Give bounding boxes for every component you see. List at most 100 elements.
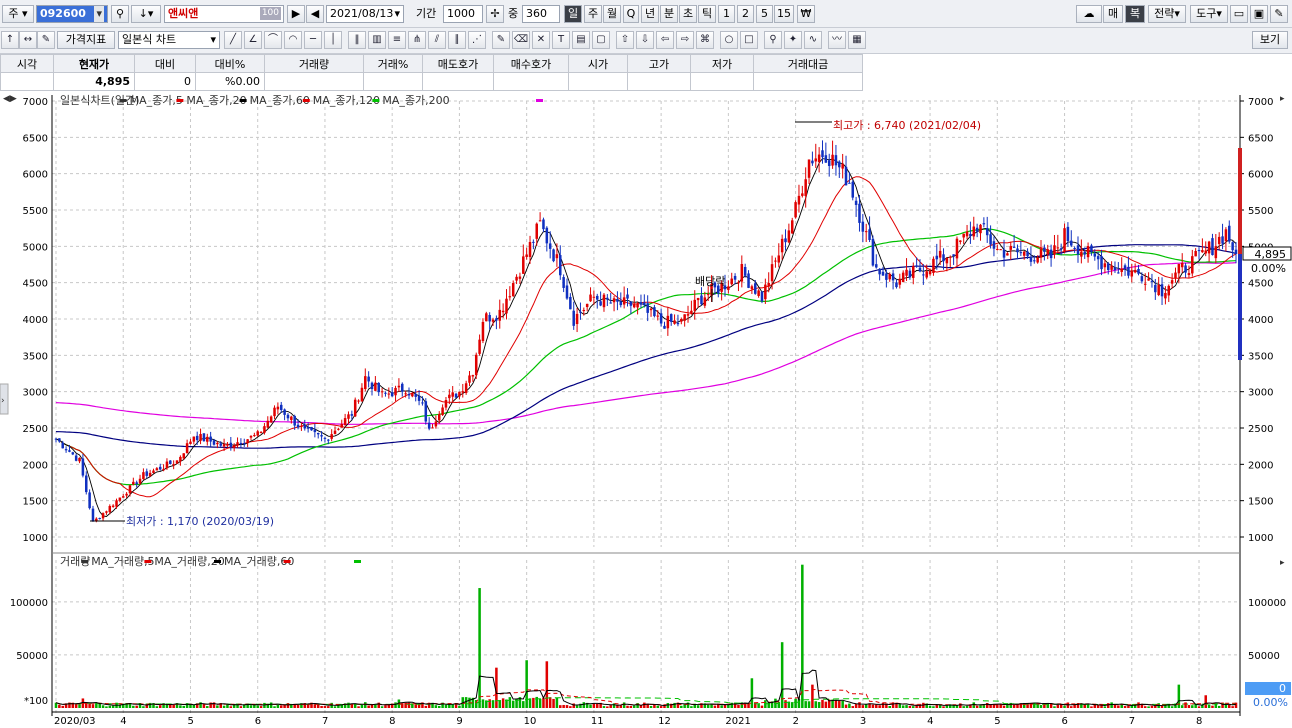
fan-tool-icon[interactable]: ⌒	[264, 31, 282, 49]
candle-body	[441, 407, 444, 415]
arrow-down-icon[interactable]: ⇩	[636, 31, 654, 49]
next-stock-icon[interactable]: ▶	[287, 5, 305, 23]
pitchfork-icon[interactable]: ⫽	[428, 31, 446, 49]
eraser-icon[interactable]: ⌫	[512, 31, 530, 49]
channel-icon[interactable]: ⋰	[468, 31, 486, 49]
interval-button[interactable]: 15	[774, 5, 794, 23]
angle-tool-icon[interactable]: ∠	[244, 31, 262, 49]
view-button[interactable]: 보기	[1252, 31, 1288, 49]
circle-icon[interactable]: ○	[720, 31, 738, 49]
scroll-arrows-icon[interactable]: ◀▶	[3, 94, 17, 104]
arrow-right-icon[interactable]: ⇨	[676, 31, 694, 49]
box-icon[interactable]: ▢	[592, 31, 610, 49]
save-icon[interactable]: ▣	[1250, 5, 1268, 23]
interval-button[interactable]: 일	[564, 5, 582, 23]
volume-bar	[851, 706, 855, 708]
cloud-icon[interactable]: ☁	[1076, 5, 1102, 23]
settings-wrench-icon[interactable]: ✎	[1270, 5, 1288, 23]
interval-button[interactable]: 월	[603, 5, 621, 23]
candle-body	[572, 310, 575, 326]
stock-chart[interactable]: 1000 1000 1500 1500 2000 2000 2500 2500 3000 3000…	[0, 92, 1292, 728]
text-icon[interactable]: T	[552, 31, 570, 49]
date-dropdown-icon[interactable]: ▾	[394, 6, 400, 22]
horizontal-line-icon[interactable]: ─	[304, 31, 322, 49]
interval-button[interactable]: Q	[623, 5, 639, 23]
tag-icon[interactable]: ⌘	[696, 31, 714, 49]
gann-icon[interactable]: ⋔	[408, 31, 426, 49]
stock-name-field[interactable]: 앤씨앤 100	[164, 5, 284, 23]
price-panel-menu-icon[interactable]: ▸	[1280, 94, 1285, 104]
arc-tool-icon[interactable]: ◠	[284, 31, 302, 49]
compound-button[interactable]: 복	[1125, 5, 1145, 23]
candle-body	[851, 181, 855, 198]
swap-arrows-icon[interactable]: ↔	[19, 31, 37, 49]
period-input[interactable]: 1000	[443, 5, 483, 23]
cross-icon[interactable]: ✕	[532, 31, 550, 49]
tools-button[interactable]: 도구▾	[1190, 5, 1228, 23]
chart-type-dropdown-icon[interactable]: ▾	[210, 32, 216, 48]
candle-body	[972, 226, 976, 237]
candle-body	[1157, 285, 1160, 296]
candle-body	[999, 249, 1002, 251]
candle-body	[938, 250, 942, 258]
candle-body	[858, 203, 861, 223]
wave-icon[interactable]: ∿	[804, 31, 822, 49]
volume-bar	[135, 705, 138, 708]
magic-icon[interactable]: ✦	[784, 31, 802, 49]
interval-button[interactable]: 1	[718, 5, 735, 23]
fibonacci-retrace-icon[interactable]: ≡	[388, 31, 406, 49]
candle-body	[269, 416, 273, 423]
volume-bar	[105, 706, 108, 708]
volume-bar	[296, 704, 300, 708]
candle-body	[310, 426, 313, 431]
rect-icon[interactable]: □	[740, 31, 758, 49]
stock-code-input[interactable]: 092600 ▾	[36, 5, 108, 23]
interval-button[interactable]: 틱	[698, 5, 716, 23]
side-panel-toggle-icon[interactable]: ›	[1, 396, 5, 406]
open-folder-icon[interactable]: ▭	[1230, 5, 1248, 23]
arrow-left-icon[interactable]: ⇦	[656, 31, 674, 49]
up-arrow-icon[interactable]: ↑	[1, 31, 19, 49]
parallel-lines-icon[interactable]: ∥	[448, 31, 466, 49]
interval-button[interactable]: 주	[584, 5, 602, 23]
vertical-line-icon[interactable]: │	[324, 31, 342, 49]
chart-type-select[interactable]: 일본식 차트 ▾	[118, 31, 220, 49]
volume-bar	[525, 660, 528, 708]
arrow-up-icon[interactable]: ⇧	[616, 31, 634, 49]
fibonacci-grid-icon[interactable]: ▥	[368, 31, 386, 49]
zoom-input[interactable]: 360	[522, 5, 560, 23]
memo-icon[interactable]: ▤	[572, 31, 590, 49]
zoom-icon[interactable]: ⚲	[764, 31, 782, 49]
search-icon[interactable]: ⚲	[111, 5, 129, 23]
interval-button[interactable]: 2	[737, 5, 754, 23]
code-dropdown-icon[interactable]: ▾	[94, 6, 104, 22]
candle-body	[495, 318, 498, 321]
strategy-button[interactable]: 전략▾	[1148, 5, 1186, 23]
edit-icon[interactable]: ✎	[37, 31, 55, 49]
chart-line-icon[interactable]: 〰	[828, 31, 846, 49]
price-indicator-button[interactable]: 가격지표	[57, 31, 115, 49]
interval-button[interactable]: ₩	[797, 5, 815, 23]
volume-bar	[572, 703, 575, 708]
fibonacci-time-icon[interactable]: ‖	[348, 31, 366, 49]
line-tool-icon[interactable]: ╱	[224, 31, 242, 49]
volume-bar	[1197, 706, 1201, 708]
interval-button[interactable]: 초	[679, 5, 697, 23]
expand-icon[interactable]: ✢	[486, 5, 504, 23]
trade-button[interactable]: 매	[1103, 5, 1123, 23]
interval-button[interactable]: 5	[756, 5, 773, 23]
interval-button[interactable]: 분	[660, 5, 678, 23]
pen-icon[interactable]: ✎	[492, 31, 510, 49]
sort-icon[interactable]: ↓▾	[131, 5, 161, 23]
market-selector[interactable]: 주 ▾	[2, 5, 34, 23]
volume-panel-menu-icon[interactable]: ▸	[1280, 558, 1285, 568]
candle-body	[1130, 270, 1134, 277]
volume-bar	[434, 705, 438, 708]
grid-toggle-icon[interactable]: ▦	[848, 31, 866, 49]
interval-button[interactable]: 년	[641, 5, 659, 23]
candle-body	[854, 200, 858, 205]
date-input[interactable]: 2021/08/13 ▾	[326, 5, 404, 23]
price-tick-label-left: 2000	[23, 460, 48, 471]
candle-body	[565, 285, 569, 299]
prev-stock-icon[interactable]: ◀	[306, 5, 324, 23]
